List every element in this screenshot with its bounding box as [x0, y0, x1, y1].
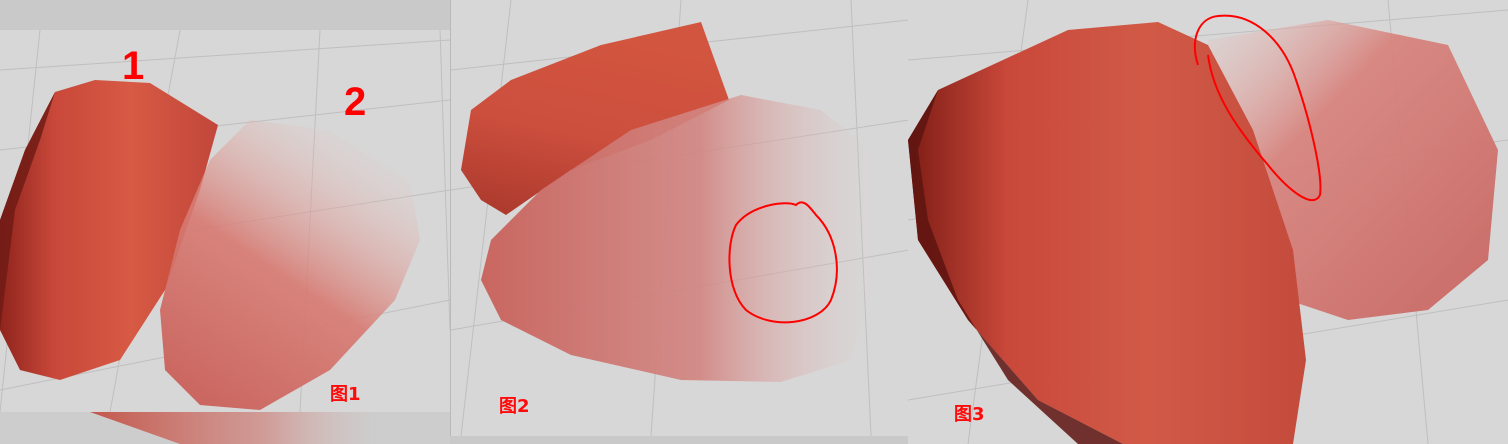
- figure-1-caption: 图1: [330, 384, 361, 405]
- figure-2-viewport: [451, 0, 909, 436]
- figure-3-panel: 图3: [908, 0, 1508, 444]
- figure-1-panel: 1 2 图1: [0, 30, 450, 412]
- figure-2-caption: 图2: [499, 396, 530, 417]
- figure-3-caption: 图3: [954, 404, 985, 425]
- figure-1-viewport: [0, 30, 450, 412]
- figure-1-bottom-strip: [0, 412, 450, 444]
- figure-2-panel: 图2: [450, 0, 910, 436]
- marker-2: 2: [344, 80, 367, 124]
- marker-1: 1: [122, 44, 145, 88]
- figure-3-viewport: [908, 0, 1508, 444]
